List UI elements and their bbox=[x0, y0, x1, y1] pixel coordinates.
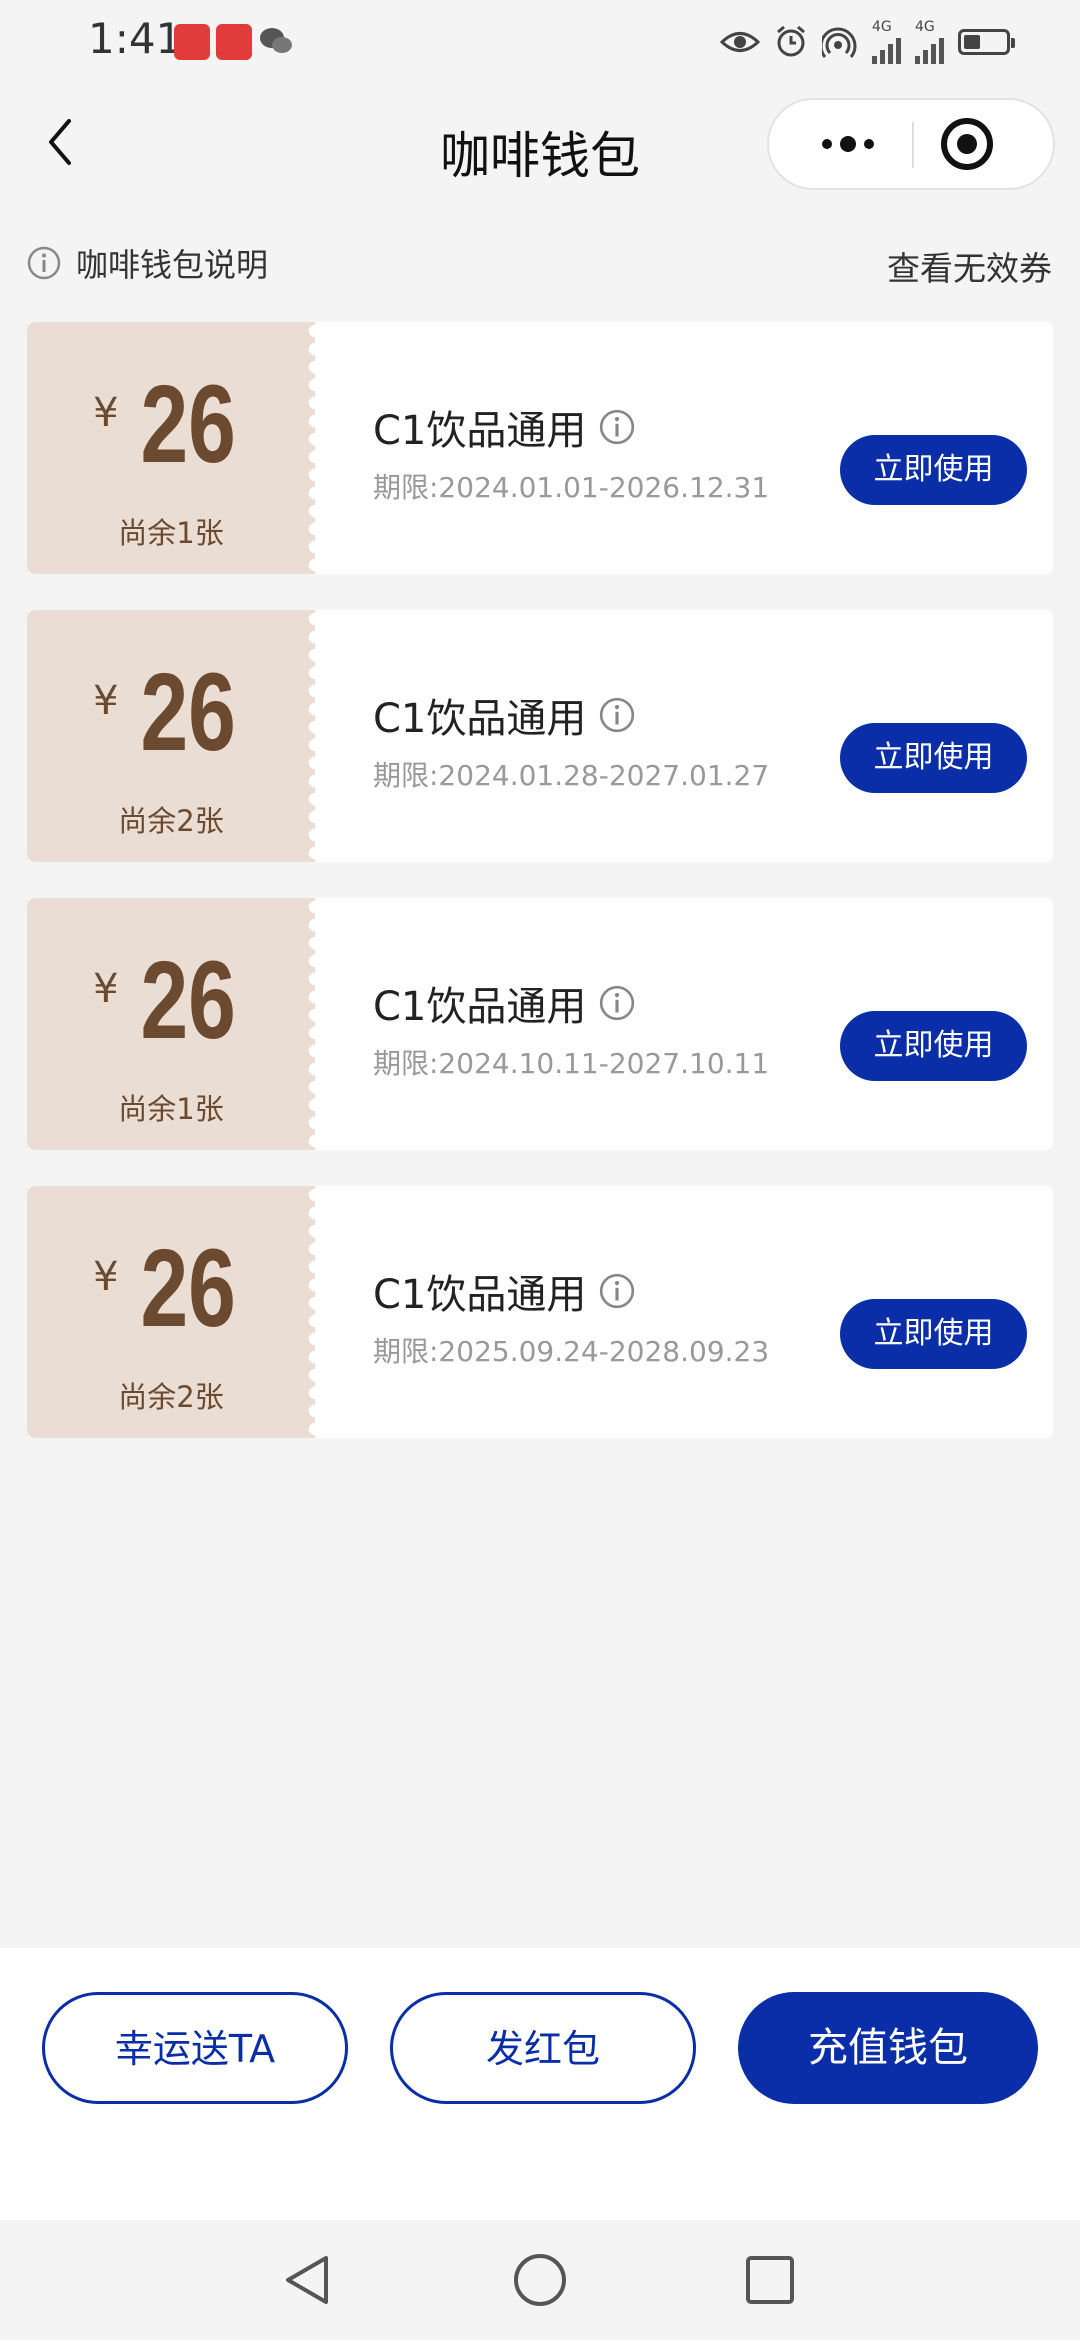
system-nav-bar bbox=[0, 2220, 1080, 2340]
coupon-title-text: C1饮品通用 bbox=[373, 984, 587, 1030]
system-back-icon[interactable] bbox=[278, 2250, 338, 2310]
coupon-title-text: C1饮品通用 bbox=[373, 408, 587, 454]
currency-symbol: ¥ bbox=[93, 1254, 119, 1300]
coupon-amount: ¥26 bbox=[27, 1234, 315, 1344]
coupon-title-text: C1饮品通用 bbox=[373, 696, 587, 742]
status-time: 1:41 bbox=[88, 14, 183, 63]
signal-2: 4G bbox=[915, 20, 944, 64]
nav-bar: 咖啡钱包 bbox=[0, 82, 1080, 208]
info-icon bbox=[27, 246, 61, 280]
close-miniprogram-button[interactable] bbox=[939, 116, 995, 172]
coupon-remaining: 尚余1张 bbox=[118, 516, 224, 550]
coupon-card: ¥26 尚余2张 C1饮品通用 期限:2025.09.24-2028.09.23… bbox=[27, 1186, 1053, 1438]
info-icon[interactable] bbox=[598, 1272, 636, 1310]
coupon-remaining: 尚余1张 bbox=[118, 1092, 224, 1126]
gift-to-friend-button[interactable]: 幸运送TA bbox=[42, 1992, 348, 2104]
battery-icon bbox=[958, 29, 1015, 55]
coupon-card: ¥26 尚余1张 C1饮品通用 期限:2024.01.01-2026.12.31… bbox=[27, 322, 1053, 574]
capsule-divider bbox=[912, 122, 914, 168]
coupon-value: 26 bbox=[140, 939, 236, 1062]
bottom-action-bar: 幸运送TA 发红包 充值钱包 bbox=[0, 1948, 1080, 2220]
coupon-validity: 期限:2024.01.01-2026.12.31 bbox=[373, 471, 770, 504]
use-now-button[interactable]: 立即使用 bbox=[840, 723, 1027, 793]
system-recents-icon[interactable] bbox=[740, 2250, 800, 2310]
coupon-value: 26 bbox=[140, 363, 236, 486]
coupon-stub: ¥26 尚余1张 bbox=[27, 322, 315, 574]
currency-symbol: ¥ bbox=[93, 678, 119, 724]
coupon-stub: ¥26 尚余1张 bbox=[27, 898, 315, 1150]
currency-symbol: ¥ bbox=[93, 966, 119, 1012]
recharge-wallet-button[interactable]: 充值钱包 bbox=[738, 1992, 1038, 2104]
coupon-value: 26 bbox=[140, 1227, 236, 1350]
coupon-amount: ¥26 bbox=[27, 946, 315, 1056]
currency-symbol: ¥ bbox=[93, 390, 119, 436]
coupon-remaining: 尚余2张 bbox=[118, 1380, 224, 1414]
info-icon[interactable] bbox=[598, 408, 636, 446]
use-now-button[interactable]: 立即使用 bbox=[840, 435, 1027, 505]
coupon-title-text: C1饮品通用 bbox=[373, 1272, 587, 1318]
wallet-help-label: 咖啡钱包说明 bbox=[76, 246, 269, 284]
coupon-card: ¥26 尚余2张 C1饮品通用 期限:2024.01.28-2027.01.27… bbox=[27, 610, 1053, 862]
coupon-title: C1饮品通用 bbox=[373, 398, 636, 456]
coupon-title: C1饮品通用 bbox=[373, 974, 636, 1032]
hotspot-icon bbox=[822, 27, 857, 58]
system-home-icon[interactable] bbox=[510, 2250, 570, 2310]
coupon-validity: 期限:2025.09.24-2028.09.23 bbox=[373, 1335, 770, 1368]
coupon-title: C1饮品通用 bbox=[373, 686, 636, 744]
notification-app-icon bbox=[216, 24, 252, 60]
use-now-button[interactable]: 立即使用 bbox=[840, 1011, 1027, 1081]
coupon-validity: 期限:2024.10.11-2027.10.11 bbox=[373, 1047, 770, 1080]
signal-bars-icon bbox=[872, 34, 901, 64]
notification-app-icon bbox=[174, 24, 210, 60]
use-now-button[interactable]: 立即使用 bbox=[840, 1299, 1027, 1369]
status-bar: 1:41 4G 4G bbox=[0, 0, 1080, 82]
coupon-validity: 期限:2024.01.28-2027.01.27 bbox=[373, 759, 770, 792]
red-packet-button[interactable]: 发红包 bbox=[390, 1992, 696, 2104]
status-indicators: 4G 4G bbox=[720, 20, 1015, 64]
coupon-value: 26 bbox=[140, 651, 236, 774]
alarm-icon bbox=[777, 25, 805, 57]
eye-icon bbox=[720, 32, 760, 52]
more-button[interactable] bbox=[793, 100, 903, 188]
coupon-stub: ¥26 尚余2张 bbox=[27, 610, 315, 862]
signal-1: 4G bbox=[872, 20, 901, 64]
coupon-card: ¥26 尚余1张 C1饮品通用 期限:2024.10.11-2027.10.11… bbox=[27, 898, 1053, 1150]
info-row: 咖啡钱包说明 查看无效券 bbox=[0, 232, 1080, 292]
info-icon[interactable] bbox=[598, 696, 636, 734]
coupon-title: C1饮品通用 bbox=[373, 1262, 636, 1320]
signal-bars-icon bbox=[915, 34, 944, 64]
coupon-amount: ¥26 bbox=[27, 370, 315, 480]
info-icon[interactable] bbox=[598, 984, 636, 1022]
miniprogram-capsule bbox=[767, 98, 1055, 190]
coupon-stub: ¥26 尚余2张 bbox=[27, 1186, 315, 1438]
view-invalid-coupons-link[interactable]: 查看无效券 bbox=[887, 242, 1052, 290]
coupon-remaining: 尚余2张 bbox=[118, 804, 224, 838]
coupon-amount: ¥26 bbox=[27, 658, 315, 768]
wallet-help-link[interactable]: 咖啡钱包说明 bbox=[26, 240, 268, 286]
wechat-icon bbox=[260, 28, 292, 53]
